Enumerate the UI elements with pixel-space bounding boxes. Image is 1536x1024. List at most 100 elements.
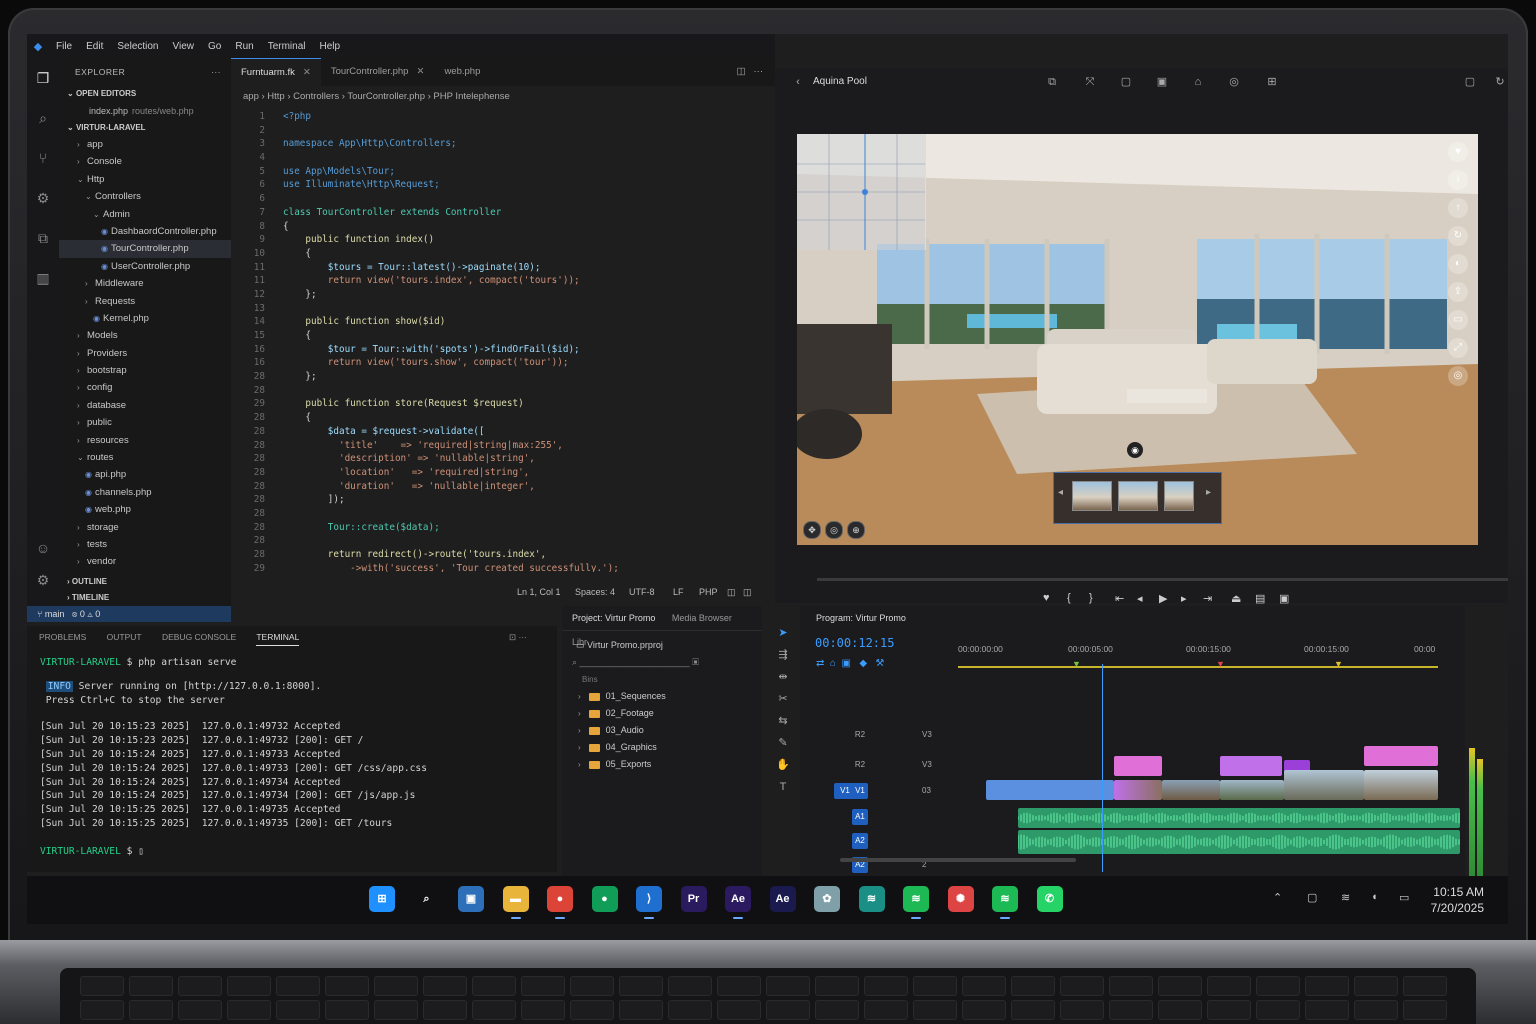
tree-folder[interactable]: ⌄ Http (59, 171, 231, 188)
upload-icon[interactable]: ↑ (1448, 198, 1468, 218)
tree-file[interactable]: ◉ web.php (59, 501, 231, 518)
extract-icon[interactable]: ▤ (1255, 592, 1265, 605)
lock-icon[interactable]: ▭ (1448, 310, 1468, 330)
git-status-bar[interactable]: ⑂ main ⊗ 0 ⚠ 0 (27, 606, 231, 622)
tab-media-browser[interactable]: Media Browser (672, 613, 732, 623)
tree-folder[interactable]: › resources (59, 432, 231, 449)
horizontal-scroll[interactable] (840, 858, 1076, 862)
graphics-clip[interactable] (1220, 756, 1282, 776)
settings-icon[interactable]: ◎ (1448, 366, 1468, 386)
tree-folder[interactable]: › public (59, 414, 231, 431)
arrow-right-icon[interactable]: ▸ (1206, 487, 1211, 498)
spotify-icon[interactable]: ≋ (903, 886, 929, 919)
spotify-2-icon[interactable]: ≋ (992, 886, 1018, 919)
time-ruler[interactable]: 00:00:00:00 00:00:05:00 00:00:15:00 00:0… (958, 644, 1438, 669)
encoding[interactable]: UTF-8 (629, 584, 655, 600)
tree-folder[interactable]: › bootstrap (59, 362, 231, 379)
account-icon[interactable]: ☺ (33, 538, 53, 558)
tree-folder[interactable]: › Providers (59, 345, 231, 362)
open-editors-section[interactable]: ⌄ OPEN EDITORS (59, 86, 231, 102)
play-icon[interactable]: ▶ (1159, 592, 1167, 605)
split-editor-icon[interactable]: ◫ ··· (737, 58, 763, 86)
export-frame-icon[interactable]: ▣ (1279, 592, 1289, 605)
timecode[interactable]: 00:00:12:15 (815, 636, 894, 650)
tool-icon[interactable]: ▢ (1119, 75, 1133, 89)
indentation[interactable]: Spaces: 4 (575, 584, 615, 600)
clock[interactable]: 10:15 AM 7/20/2025 (1431, 884, 1484, 916)
project-file[interactable]: ▭ Virtur Promo.prproj (562, 637, 762, 654)
info-icon[interactable]: i (1448, 170, 1468, 190)
tree-folder[interactable]: › app (59, 136, 231, 153)
code-editor[interactable]: 1 <?php 2 3 namespace App\Http\Controllers; 4… (231, 110, 775, 572)
whatsapp-icon[interactable]: ✆ (1036, 886, 1063, 912)
tab-output[interactable]: OUTPUT (107, 632, 142, 642)
minimap[interactable] (797, 134, 926, 250)
snap-tools-icon[interactable]: ⇄ ⌂ ▣ ◆ ⚒ (816, 658, 884, 669)
lift-icon[interactable]: ⏏ (1231, 592, 1241, 605)
share-icon[interactable]: ⇪ (1448, 282, 1468, 302)
debug-icon[interactable]: ⚙ (33, 188, 53, 208)
tool-icon[interactable]: ⤧ (1083, 75, 1097, 89)
video-clip[interactable] (1162, 780, 1220, 800)
move-icon[interactable]: ✥ (803, 521, 821, 539)
tree-folder[interactable]: › Middleware (59, 275, 231, 292)
mark-out-icon[interactable]: } (1089, 592, 1093, 604)
tree-folder[interactable]: › config (59, 379, 231, 396)
chrome-2-icon[interactable]: ● (591, 886, 618, 912)
track-header-v3b[interactable]: R2 V3 (834, 754, 956, 776)
tool-icon[interactable]: ⊞ (1265, 75, 1279, 89)
settings-gear-icon[interactable]: ⚙ (33, 570, 53, 590)
tree-file[interactable]: ◉ api.php (59, 466, 231, 483)
search-icon[interactable]: ⌕ (414, 886, 440, 912)
tree-folder[interactable]: › Console (59, 153, 231, 170)
video-clip[interactable] (1220, 780, 1284, 800)
marker-yellow-icon[interactable]: ▼ (1334, 659, 1343, 669)
track-header-a1[interactable]: A1 (834, 806, 956, 828)
terminal-end-line[interactable]: VIRTUR-LARAVEL $ ▯ (27, 845, 557, 859)
track-select-icon[interactable]: ⇶ (771, 644, 795, 666)
close-icon[interactable]: ✕ (303, 67, 311, 78)
tab-debug-console[interactable]: DEBUG CONSOLE (162, 632, 236, 642)
marker-red-icon[interactable]: ▼ (1216, 659, 1225, 669)
timeline-section[interactable]: › TIMELINE (59, 590, 231, 606)
menu-edit[interactable]: Edit (79, 41, 110, 52)
marker-green-icon[interactable]: ▼ (1072, 659, 1081, 669)
book-icon[interactable]: ▥ (33, 268, 53, 288)
volume-icon[interactable]: ◖ (1371, 891, 1378, 903)
terminal-actions-icon[interactable]: ⊡ ··· (509, 626, 527, 648)
tree-folder[interactable]: › Requests (59, 293, 231, 310)
window-icon[interactable]: ▢ (1463, 75, 1477, 89)
tree-folder[interactable]: › tests (59, 536, 231, 553)
spotify-like-icon[interactable]: ≋ (858, 886, 885, 912)
menu-selection[interactable]: Selection (110, 41, 165, 52)
outline-section[interactable]: › OUTLINE (59, 574, 231, 590)
ripple-edit-icon[interactable]: ⇹ (771, 666, 795, 688)
hotspot-icon[interactable]: ◉ (1127, 442, 1143, 458)
step-back-icon[interactable]: ◂ (1137, 592, 1143, 605)
project-folder[interactable]: › 03_Audio (562, 722, 762, 739)
windows-start-icon[interactable]: ⊞ (369, 886, 395, 912)
tab-active[interactable]: Furntuarm.fk ✕ (231, 58, 321, 87)
search-icon[interactable]: ⌕ (33, 108, 53, 128)
tree-folder[interactable]: › Models (59, 327, 231, 344)
tab-terminal[interactable]: TERMINAL (256, 632, 300, 646)
close-icon[interactable]: ✕ (416, 66, 424, 77)
battery-icon[interactable]: ▭ (1399, 891, 1409, 904)
graphics-clip[interactable] (1364, 746, 1438, 766)
file-explorer-icon[interactable]: ▬ (502, 886, 529, 919)
video-clip[interactable] (1114, 780, 1162, 800)
tab-problems[interactable]: PROBLEMS (39, 632, 86, 642)
after-effects-icon[interactable]: Ae (725, 886, 751, 919)
scene-thumb[interactable] (1164, 481, 1194, 511)
menu-go[interactable]: Go (201, 41, 228, 52)
video-clip[interactable] (986, 780, 1114, 800)
refresh-icon[interactable]: ↻ (1493, 75, 1507, 89)
menu-file[interactable]: File (49, 41, 79, 52)
project-section[interactable]: ⌄ VIRTUR-LARAVEL (59, 120, 231, 136)
zoom-icon[interactable]: ⊕ (847, 521, 865, 539)
selection-tool-icon[interactable]: ➤ (771, 622, 795, 644)
tab-tourcontroller[interactable]: TourController.php ✕ (321, 58, 435, 86)
eol[interactable]: LF (673, 584, 684, 600)
expand-icon[interactable]: ⤢ (1448, 338, 1468, 358)
tree-folder[interactable]: ⌄ Admin (59, 206, 231, 223)
